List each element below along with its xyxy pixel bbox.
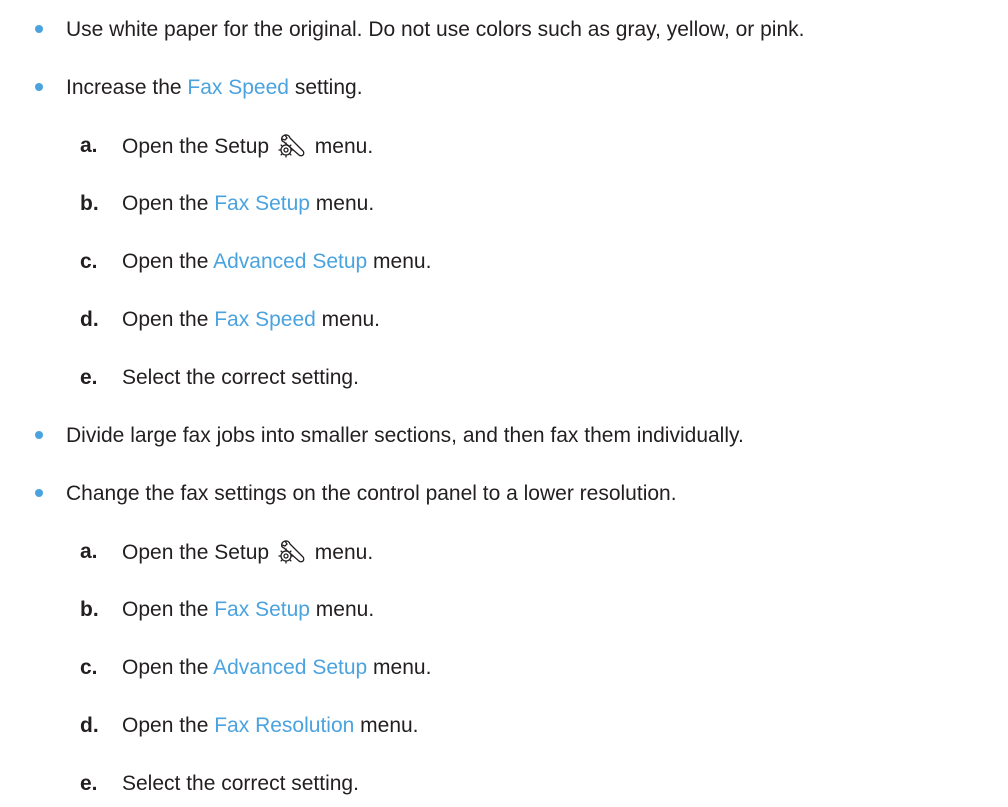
bullet-dot-icon	[35, 489, 43, 497]
step-text: Open the Fax Speed menu.	[122, 307, 380, 333]
text-run: menu.	[354, 714, 419, 737]
text-run: Open the	[122, 250, 214, 273]
bullet-text: Change the fax settings on the control p…	[66, 481, 677, 507]
text-run: Open the	[122, 192, 215, 215]
step-letter: c.	[80, 250, 98, 273]
setup-wrench-gear-icon	[278, 134, 305, 158]
step-letter: c.	[80, 656, 98, 679]
step-item: e. Select the correct setting.	[0, 363, 1008, 393]
step-text: Select the correct setting.	[122, 365, 359, 391]
step-letter: b.	[80, 598, 99, 621]
menu-name-link[interactable]: Fax Speed	[187, 76, 289, 99]
step-letter: d.	[80, 714, 99, 737]
text-run: menu.	[367, 656, 432, 679]
step-text: Open the Fax Setup menu.	[122, 191, 374, 217]
step-text: Open the Fax Resolution menu.	[122, 713, 419, 739]
step-item: e. Select the correct setting.	[0, 769, 1008, 799]
text-run: menu.	[308, 135, 374, 158]
step-item: b. Open the Fax Setup menu.	[0, 595, 1008, 625]
text-run: menu.	[309, 598, 375, 621]
step-letter: b.	[80, 192, 99, 215]
text-run: Select the correct setting.	[122, 366, 359, 389]
bullet-dot-icon	[35, 83, 43, 91]
text-run: setting.	[288, 76, 363, 99]
setup-wrench-gear-icon	[278, 540, 305, 564]
bullet-dot-icon	[35, 25, 43, 33]
text-run: menu.	[315, 308, 381, 331]
step-letter: a.	[80, 134, 98, 157]
menu-name-link[interactable]: Advanced Setup	[213, 250, 367, 273]
bullet-text: Increase the Fax Speed setting.	[66, 75, 363, 101]
step-text: Open the Setup menu.	[122, 539, 373, 566]
text-run: Select the correct setting.	[122, 772, 359, 795]
bullet-item: Increase the Fax Speed setting.	[0, 73, 1008, 103]
bullet-text: Use white paper for the original. Do not…	[66, 17, 804, 43]
step-item: d. Open the Fax Speed menu.	[0, 305, 1008, 335]
step-item: d. Open the Fax Resolution menu.	[0, 711, 1008, 741]
step-letter: e.	[80, 772, 98, 795]
step-letter: d.	[80, 308, 99, 331]
bullet-item: Divide large fax jobs into smaller secti…	[0, 421, 1008, 451]
text-run: menu.	[367, 250, 432, 273]
text-run: Divide large fax jobs into smaller secti…	[66, 424, 744, 447]
text-run: Open the	[122, 308, 215, 331]
step-text: Open the Advanced Setup menu.	[122, 655, 431, 681]
step-text: Open the Setup menu.	[122, 133, 373, 160]
step-text: Open the Advanced Setup menu.	[122, 249, 431, 275]
bullet-dot-icon	[35, 431, 43, 439]
step-text: Select the correct setting.	[122, 771, 359, 797]
step-item: a. Open the Setup menu.	[0, 131, 1008, 161]
text-run: Open the Setup	[122, 541, 275, 564]
step-item: b. Open the Fax Setup menu.	[0, 189, 1008, 219]
menu-name-link[interactable]: Fax Setup	[214, 192, 310, 215]
menu-name-link[interactable]: Fax Setup	[214, 598, 310, 621]
text-run: Open the	[122, 656, 214, 679]
step-letter: e.	[80, 366, 98, 389]
step-letter: a.	[80, 540, 98, 563]
step-text: Open the Fax Setup menu.	[122, 597, 374, 623]
menu-name-link[interactable]: Advanced Setup	[213, 656, 367, 679]
step-item: a. Open the Setup menu.	[0, 537, 1008, 567]
text-run: Open the Setup	[122, 135, 275, 158]
step-item: c. Open the Advanced Setup menu.	[0, 247, 1008, 277]
text-run: Open the	[122, 598, 215, 621]
text-run: Use white paper for the original. Do not…	[66, 18, 805, 41]
bullet-item: Use white paper for the original. Do not…	[0, 15, 1008, 45]
text-run: Open the	[122, 714, 215, 737]
text-run: Increase the	[66, 76, 188, 99]
step-item: c. Open the Advanced Setup menu.	[0, 653, 1008, 683]
text-run: menu.	[308, 541, 374, 564]
menu-name-link[interactable]: Fax Speed	[214, 308, 316, 331]
text-run: Change the fax settings on the control p…	[66, 482, 677, 505]
text-run: menu.	[309, 192, 375, 215]
bullet-text: Divide large fax jobs into smaller secti…	[66, 423, 744, 449]
menu-name-link[interactable]: Fax Resolution	[214, 714, 354, 737]
bullet-item: Change the fax settings on the control p…	[0, 479, 1008, 509]
